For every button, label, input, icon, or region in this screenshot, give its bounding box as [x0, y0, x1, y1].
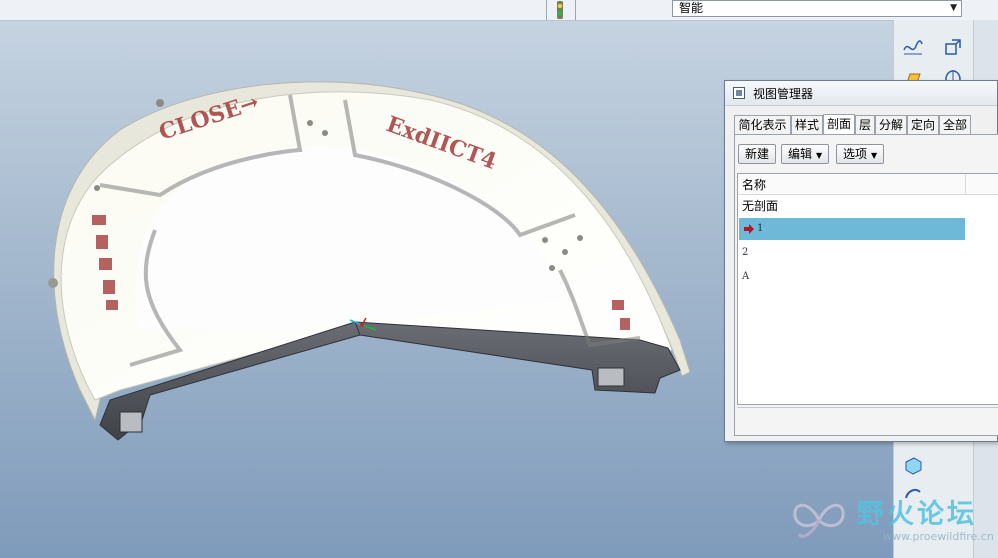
view-manager-icon	[733, 87, 745, 99]
new-button-label: 新建	[745, 147, 770, 161]
edit-button-label: 编辑	[788, 147, 813, 161]
dialog-separator	[737, 407, 998, 408]
view-manager-dialog: 视图管理器 简化表示 样式 剖面 层 分解 定向 全部 新建 编辑 ▼ 选项 ▼ 名…	[724, 80, 998, 442]
list-item[interactable]: A	[739, 266, 965, 288]
edit-button[interactable]: 编辑 ▼	[781, 144, 830, 164]
top-toolbar: 智能 ▼	[0, 0, 998, 21]
tab-all[interactable]: 全部	[939, 115, 971, 135]
graphics-viewport[interactable]: CLOSE→ ExdIICT4 智能 ▼ 视图管理器 简化表示 样式 剖面 层 …	[0, 0, 998, 558]
sketch-curve-icon[interactable]	[902, 36, 924, 58]
list-item-label: 1	[757, 223, 764, 234]
datum-plane-icon[interactable]	[942, 36, 964, 58]
dialog-title: 视图管理器	[753, 87, 814, 101]
watermark-logo-icon	[793, 503, 845, 538]
selection-filter-dropdown[interactable]: 智能 ▼	[672, 0, 962, 17]
tab-style[interactable]: 样式	[791, 115, 823, 135]
options-button-label: 选项	[843, 147, 868, 161]
list-item-label: 2	[742, 247, 749, 258]
tab-simplified-rep[interactable]: 简化表示	[734, 115, 791, 135]
solid-block-icon[interactable]	[902, 454, 924, 476]
chevron-down-icon: ▼	[816, 151, 823, 160]
tab-orient[interactable]: 定向	[907, 115, 939, 135]
chevron-down-icon: ▼	[871, 151, 878, 160]
toolbar-separator	[575, 0, 576, 20]
tab-layer[interactable]: 层	[855, 115, 875, 135]
watermark-title: 野火论坛	[857, 499, 977, 530]
tab-explode[interactable]: 分解	[875, 115, 907, 135]
list-item[interactable]: 2	[739, 242, 965, 264]
tab-xsec[interactable]: 剖面	[823, 114, 855, 136]
list-item-label: A	[742, 271, 750, 282]
selection-filter-value: 智能	[679, 1, 704, 15]
list-item-label: 无剖面	[742, 199, 779, 213]
forum-watermark: 野火论坛 www.proewildfire.cn	[787, 490, 994, 550]
dialog-title-bar[interactable]: 视图管理器	[725, 81, 997, 106]
chevron-down-icon[interactable]: ▼	[950, 1, 957, 16]
options-button[interactable]: 选项 ▼	[836, 144, 885, 164]
column-header-name: 名称	[742, 178, 767, 192]
watermark-url: www.proewildfire.cn	[883, 530, 994, 543]
active-arrow-icon	[744, 224, 754, 234]
regenerate-status-icon[interactable]	[554, 1, 566, 19]
toolbar-separator	[546, 0, 547, 20]
list-item[interactable]: 无剖面	[739, 195, 965, 217]
list-item-selected[interactable]: 1	[739, 218, 965, 240]
column-separator	[965, 174, 966, 194]
new-button[interactable]: 新建	[738, 144, 777, 164]
list-header[interactable]: 名称	[738, 174, 998, 195]
xsec-list[interactable]: 名称 无剖面 1 2 A	[737, 173, 998, 405]
